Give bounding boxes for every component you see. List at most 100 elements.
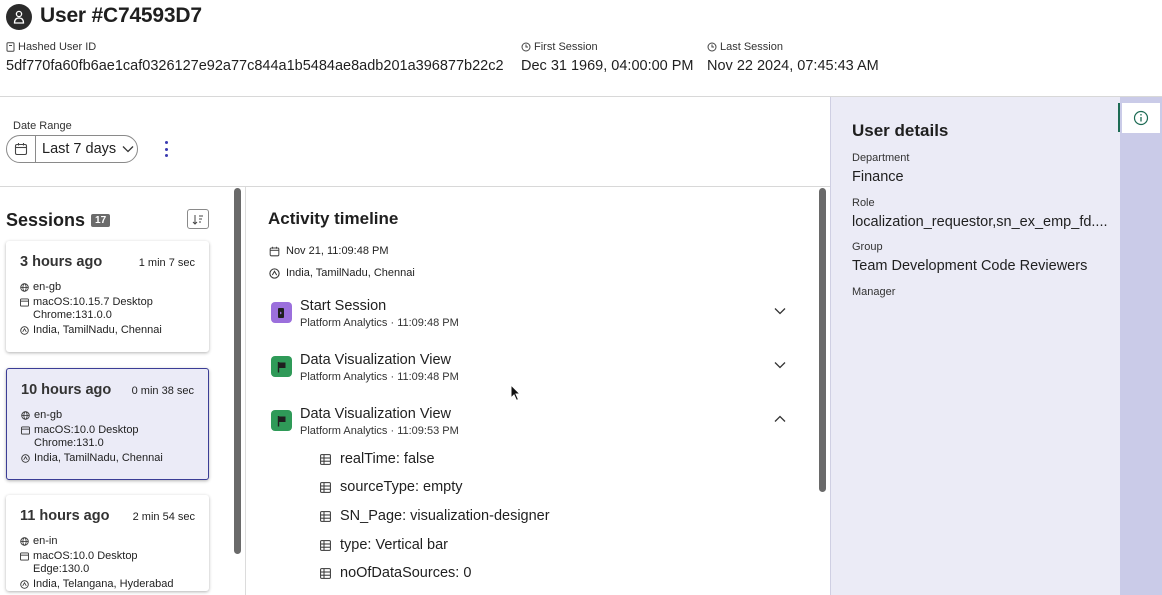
chevron-down-icon[interactable] (774, 307, 786, 315)
session-platform: macOS:10.15.7 Desktop Chrome:131.0.0 (33, 296, 153, 321)
session-duration: 2 min 54 sec (132, 511, 195, 523)
active-tab-indicator (1118, 103, 1120, 132)
table-icon (320, 453, 331, 465)
chevron-down-icon (122, 146, 134, 153)
location-icon (20, 326, 29, 335)
hashed-id-label: Hashed User ID (18, 41, 97, 53)
session-card-selected[interactable]: 10 hours ago 0 min 38 sec en-gb macOS:10… (6, 368, 209, 480)
detail-group: Group Team Development Code Reviewers (852, 241, 1087, 274)
timeline-scrollbar[interactable] (819, 188, 826, 492)
event-title: Data Visualization View (300, 352, 451, 368)
group-label: Group (852, 241, 883, 253)
detail-manager: Manager (852, 286, 895, 298)
event-subtitle: Platform Analytics · 11:09:53 PM (300, 425, 459, 437)
session-ago: 11 hours ago (20, 508, 110, 524)
event-title: Start Session (300, 298, 387, 314)
activity-title: Activity timeline (268, 209, 399, 228)
flag-icon (271, 410, 292, 431)
page-title: User #C74593D7 (40, 4, 202, 27)
session-location: India, TamilNadu, Chennai (34, 452, 163, 464)
session-location: India, TamilNadu, Chennai (33, 324, 162, 336)
key-icon (6, 42, 15, 52)
sessions-title: Sessions (6, 210, 86, 230)
timeline-event-expanded[interactable]: Data Visualization View Platform Analyti… (271, 406, 791, 446)
globe-icon (20, 537, 29, 546)
property-text: noOfDataSources: 0 (340, 565, 472, 581)
manager-label: Manager (852, 286, 896, 298)
location-icon (269, 267, 280, 279)
clock-icon (707, 42, 717, 52)
last-session-value: Nov 22 2024, 07:45:43 AM (707, 58, 879, 74)
table-icon (320, 510, 331, 522)
table-icon (320, 481, 331, 493)
sessions-scrollbar[interactable] (234, 188, 241, 554)
side-rail (1120, 97, 1162, 595)
event-property: type: Vertical bar (320, 537, 448, 553)
session-locale: en-gb (33, 281, 62, 293)
location-icon (21, 454, 30, 463)
chevron-down-icon[interactable] (774, 361, 786, 369)
role-label: Role (852, 197, 875, 209)
calendar-icon (269, 246, 280, 256)
session-ago: 3 hours ago (20, 254, 103, 270)
globe-icon (21, 411, 30, 420)
chevron-up-icon[interactable] (774, 415, 786, 423)
session-icon (271, 302, 292, 323)
more-icon[interactable] (160, 141, 172, 157)
property-text: realTime: false (340, 451, 435, 467)
filter-divider (0, 186, 830, 187)
property-text: sourceType: empty (340, 479, 463, 495)
event-subtitle: Platform Analytics · 11:09:48 PM (300, 371, 459, 383)
date-range-select[interactable]: Last 7 days (6, 135, 138, 163)
sessions-count-badge: 17 (91, 214, 111, 227)
timeline-event[interactable]: Data Visualization View Platform Analyti… (271, 352, 791, 392)
session-card[interactable]: 3 hours ago 1 min 7 sec en-gb macOS:10.1… (6, 241, 209, 352)
session-location: India, Telangana, Hyderabad (33, 578, 174, 590)
date-range-value: Last 7 days (42, 141, 117, 157)
role-value: localization_requestor,sn_ex_emp_fd.... (852, 214, 1108, 230)
event-property: sourceType: empty (320, 479, 463, 495)
clock-icon (521, 42, 531, 52)
group-value: Team Development Code Reviewers (852, 258, 1088, 274)
property-text: type: Vertical bar (340, 537, 448, 553)
activity-date: Nov 21, 11:09:48 PM (269, 245, 389, 257)
session-duration: 1 min 7 sec (138, 257, 195, 269)
first-session: First Session Dec 31 1969, 04:00:00 PM (521, 41, 694, 74)
user-icon (6, 4, 32, 30)
event-property: realTime: false (320, 451, 435, 467)
sort-icon (192, 214, 203, 225)
globe-icon (20, 283, 29, 292)
activity-location: India, TamilNadu, Chennai (269, 267, 415, 279)
session-locale: en-in (33, 535, 58, 547)
activity-date-value: Nov 21, 11:09:48 PM (286, 245, 389, 257)
event-subtitle: Platform Analytics · 11:09:48 PM (300, 317, 459, 329)
session-ago: 10 hours ago (21, 382, 112, 398)
session-duration: 0 min 38 sec (131, 385, 194, 397)
event-property: noOfDataSources: 0 (320, 565, 471, 581)
hashed-user-id: Hashed User ID 5df770fa60fb6ae1caf032612… (6, 41, 504, 74)
sort-button[interactable] (187, 209, 209, 229)
session-platform: macOS:10.0 Desktop Edge:130.0 (33, 550, 138, 575)
session-platform: macOS:10.0 Desktop Chrome:131.0 (34, 424, 139, 449)
timeline-event[interactable]: Start Session Platform Analytics · 11:09… (271, 298, 791, 338)
session-card[interactable]: 11 hours ago 2 min 54 sec en-in macOS:10… (6, 495, 209, 591)
table-icon (320, 567, 331, 579)
column-divider (245, 187, 246, 595)
browser-icon (21, 426, 30, 435)
user-header: User #C74593D7 Hashed User ID 5df770fa60… (0, 0, 1162, 97)
session-locale: en-gb (34, 409, 63, 421)
cursor-icon (510, 384, 522, 402)
last-session: Last Session Nov 22 2024, 07:45:43 AM (707, 41, 879, 74)
details-title: User details (852, 121, 949, 140)
last-session-label: Last Session (720, 41, 783, 53)
property-text: SN_Page: visualization-designer (340, 508, 550, 524)
sessions-heading: Sessions 17 (6, 210, 111, 231)
department-value: Finance (852, 169, 904, 185)
first-session-value: Dec 31 1969, 04:00:00 PM (521, 58, 694, 74)
table-icon (320, 539, 331, 551)
date-range-label: Date Range (13, 120, 72, 132)
info-button[interactable] (1122, 103, 1160, 133)
event-property: SN_Page: visualization-designer (320, 508, 550, 524)
detail-department: Department Finance (852, 152, 909, 185)
location-icon (20, 580, 29, 589)
